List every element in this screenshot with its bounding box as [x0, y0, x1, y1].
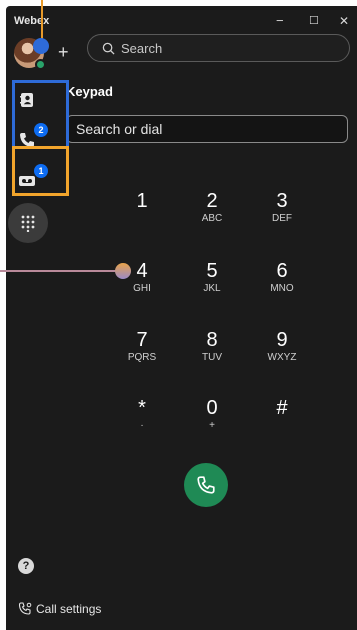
- dialpad-key[interactable]: 9 WXYZ: [258, 329, 306, 377]
- dialpad-key-letters: PQRS: [127, 352, 157, 363]
- dialpad-key[interactable]: * ·: [118, 397, 166, 445]
- dialpad-key-digit: 1: [136, 190, 148, 212]
- add-button[interactable]: +: [58, 43, 69, 61]
- dialpad-key[interactable]: 2 ABC: [188, 190, 236, 238]
- maximize-button[interactable]: ☐: [309, 14, 319, 28]
- minimize-button[interactable]: −: [276, 14, 284, 28]
- dialpad-key-digit: 3: [276, 190, 288, 212]
- dialpad-key[interactable]: 3 DEF: [258, 190, 306, 238]
- dialpad-key-digit: 5: [206, 260, 218, 282]
- phone-icon: [197, 476, 215, 494]
- dialpad-key-digit: #: [276, 397, 288, 419]
- dialpad-key[interactable]: #: [258, 397, 306, 445]
- dialpad-key[interactable]: 6 MNO: [258, 260, 306, 308]
- dialpad-key[interactable]: 8 TUV: [188, 329, 236, 377]
- dialpad-key-letters: ABC: [201, 213, 223, 224]
- annotation-callout-line: [41, 0, 43, 40]
- app-title: Webex: [14, 15, 50, 27]
- dialpad-key-letters: MNO: [270, 283, 294, 294]
- dialpad-icon: [21, 215, 35, 232]
- close-button[interactable]: ✕: [339, 14, 349, 28]
- annotation-highlight-box: [12, 80, 69, 146]
- search-input[interactable]: [121, 40, 321, 56]
- dial-input[interactable]: [66, 115, 348, 143]
- dialpad-key[interactable]: 1: [118, 190, 166, 238]
- call-settings-icon: [18, 602, 32, 615]
- dialpad-key-digit: 8: [206, 329, 218, 351]
- dialpad-key-letters: TUV: [202, 352, 222, 363]
- dialpad-key-digit: 7: [136, 329, 148, 351]
- call-settings-label: Call settings: [36, 602, 102, 616]
- search-bar[interactable]: [87, 34, 350, 62]
- dialpad-key-letters: JKL: [203, 283, 221, 294]
- dialpad-key-letters: +: [209, 420, 215, 431]
- annotation-marker: [115, 263, 131, 279]
- annotation-marker: [33, 38, 49, 54]
- dialpad-key[interactable]: 5 JKL: [188, 260, 236, 308]
- call-settings-link[interactable]: Call settings: [18, 602, 101, 616]
- search-icon: [102, 42, 115, 55]
- page-title: Keypad: [66, 84, 113, 99]
- dialpad-key[interactable]: 0 +: [188, 397, 236, 445]
- dialpad-key-digit: 2: [206, 190, 218, 212]
- dialpad-key-digit: 6: [276, 260, 288, 282]
- dialpad-key-letters: WXYZ: [267, 352, 297, 363]
- dialpad-key-letters: DEF: [272, 213, 292, 224]
- annotation-highlight-box: [12, 146, 69, 196]
- annotation-callout-line: [0, 270, 116, 272]
- dialpad-key-letters: ·: [140, 420, 144, 431]
- call-button[interactable]: [184, 463, 228, 507]
- help-button[interactable]: ?: [18, 558, 34, 574]
- presence-status-icon: [35, 59, 46, 70]
- sidebar-item-dialpad[interactable]: [8, 203, 48, 243]
- dialpad-key-digit: 9: [276, 329, 288, 351]
- dialpad-key-letters: GHI: [133, 283, 151, 294]
- dialpad-key-digit: 0: [206, 397, 218, 419]
- dialpad-key-digit: *: [138, 397, 146, 419]
- dialpad-key[interactable]: 7 PQRS: [118, 329, 166, 377]
